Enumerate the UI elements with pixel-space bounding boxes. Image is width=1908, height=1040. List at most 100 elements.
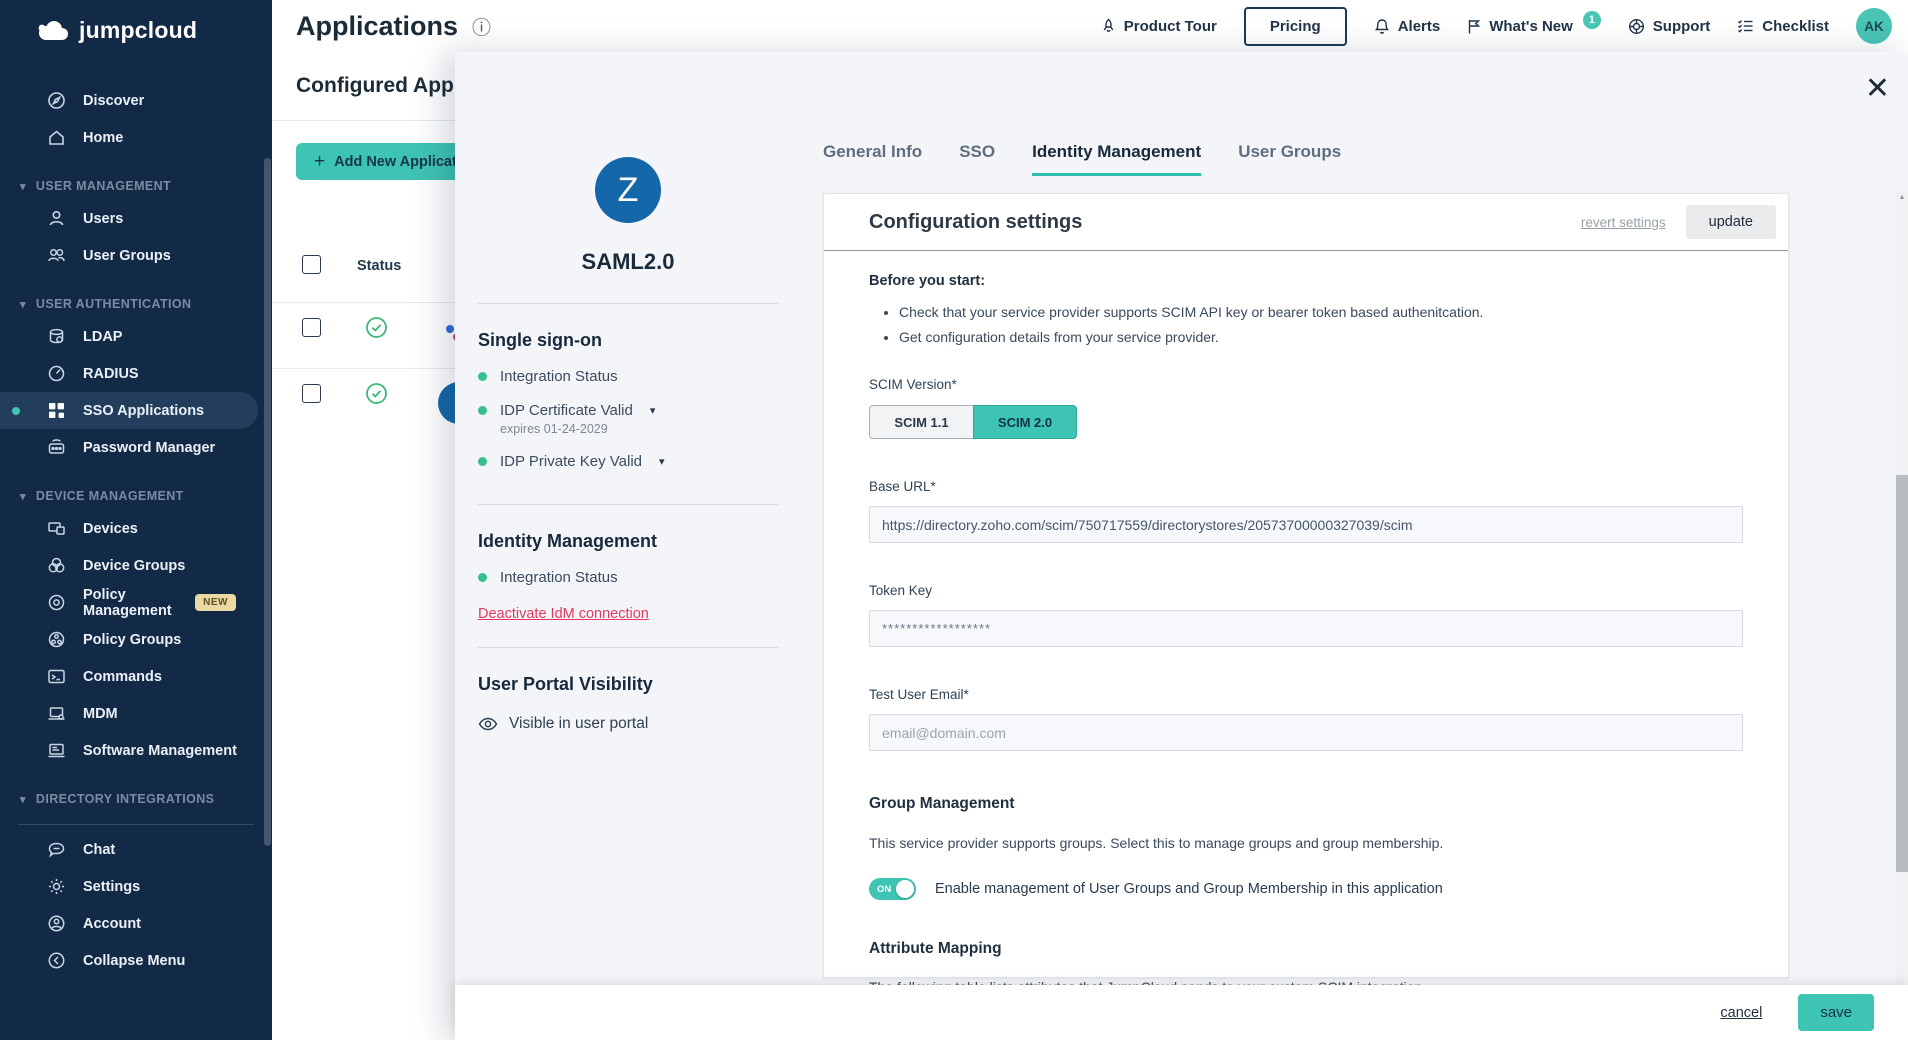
status-label: IDP Certificate Valid — [500, 402, 633, 419]
token-key-input[interactable] — [869, 610, 1743, 647]
save-button[interactable]: save — [1798, 994, 1874, 1031]
sidebar-item-label: RADIUS — [83, 365, 139, 382]
sidebar-item-user-groups[interactable]: User Groups — [0, 237, 258, 274]
group-management-toggle[interactable]: ON — [869, 878, 916, 900]
sidebar-section-title: USER AUTHENTICATION — [35, 297, 192, 311]
scim-version-label: SCIM Version* — [869, 377, 957, 392]
sidebar-scrollbar[interactable] — [264, 158, 271, 846]
base-url-input[interactable] — [869, 506, 1743, 543]
bell-icon — [1374, 18, 1390, 35]
update-button[interactable]: update — [1685, 205, 1776, 239]
sidebar-item-chat[interactable]: Chat — [0, 831, 258, 868]
sidebar-item-mdm[interactable]: MDM — [0, 695, 258, 732]
account-circle-icon — [46, 914, 66, 933]
sidebar-item-users[interactable]: Users — [0, 200, 258, 237]
drawer-scrollbar[interactable]: ▲ ▼ — [1896, 192, 1908, 1014]
before-you-start-list: Check that your service provider support… — [899, 304, 1743, 345]
new-badge: NEW — [195, 594, 236, 611]
alerts-link[interactable]: Alerts — [1374, 18, 1440, 35]
sidebar-item-ldap[interactable]: LDAP — [0, 318, 258, 355]
product-tour-link[interactable]: Product Tour — [1101, 18, 1217, 35]
tab-general-info[interactable]: General Info — [823, 142, 922, 176]
venn-circles-icon — [46, 556, 66, 575]
sidebar-item-label: LDAP — [83, 328, 123, 345]
sidebar-section-directory-integrations[interactable]: ▾ DIRECTORY INTEGRATIONS — [0, 792, 272, 806]
close-icon[interactable]: ✕ — [1865, 74, 1890, 104]
sidebar-item-settings[interactable]: Settings — [0, 868, 258, 905]
chevron-down-icon: ▾ — [649, 405, 656, 417]
info-icon[interactable]: ⓘ — [472, 13, 491, 40]
green-status-dot — [478, 457, 487, 466]
drawer-scrollbar-thumb[interactable] — [1896, 475, 1908, 872]
sidebar-item-label: Discover — [83, 92, 145, 109]
whats-new-label: What's New — [1489, 17, 1573, 35]
sidebar-item-sso-applications[interactable]: SSO Applications — [0, 392, 258, 429]
sidebar-section-device-management[interactable]: ▾ DEVICE MANAGEMENT — [0, 489, 272, 503]
checklist-icon — [1737, 18, 1754, 34]
certificate-expiry: expires 01-24-2029 — [500, 422, 608, 436]
whats-new-link[interactable]: What's New 1 — [1467, 11, 1601, 35]
status-check-icon — [365, 316, 388, 339]
application-drawer: ✕ Z SAML2.0 Single sign-on Integration S… — [455, 52, 1908, 1040]
compass-icon — [46, 91, 66, 110]
sidebar-item-policy-groups[interactable]: Policy Groups — [0, 621, 258, 658]
row-checkbox[interactable] — [302, 384, 321, 403]
tab-user-groups[interactable]: User Groups — [1238, 142, 1341, 176]
user-group-icon — [46, 246, 66, 265]
revert-settings-link[interactable]: revert settings — [1581, 215, 1666, 230]
tab-identity-management[interactable]: Identity Management — [1032, 142, 1202, 176]
sidebar-item-software-management[interactable]: Software Management — [0, 732, 258, 769]
configuration-card-header: Configuration settings revert settings u… — [824, 194, 1788, 251]
sidebar-item-account[interactable]: Account — [0, 905, 258, 942]
tab-sso[interactable]: SSO — [959, 142, 995, 176]
row-checkbox[interactable] — [302, 318, 321, 337]
brand-name: jumpcloud — [79, 17, 198, 43]
chevron-down-icon: ▾ — [20, 298, 26, 311]
configuration-card: Configuration settings revert settings u… — [823, 193, 1789, 995]
deactivate-idm-link[interactable]: Deactivate IdM connection — [478, 606, 649, 622]
divider — [478, 504, 778, 505]
sidebar-item-home[interactable]: Home — [0, 119, 258, 156]
visibility-label: Visible in user portal — [509, 715, 649, 732]
sidebar-item-collapse-menu[interactable]: Collapse Menu — [0, 942, 258, 979]
test-user-email-label: Test User Email* — [869, 687, 969, 702]
sidebar-item-device-groups[interactable]: Device Groups — [0, 547, 258, 584]
idp-private-key-status[interactable]: IDP Private Key Valid ▾ — [478, 453, 778, 470]
sidebar-item-label: Device Groups — [83, 557, 186, 574]
cancel-button[interactable]: cancel — [1720, 1005, 1762, 1021]
sidebar: jumpcloud Discover Home ▾ USER MANAGEMEN… — [0, 0, 272, 1040]
scroll-up-icon[interactable]: ▲ — [1896, 194, 1908, 201]
toggle-knob — [896, 880, 914, 898]
support-link[interactable]: Support — [1628, 17, 1711, 35]
scim-2-0-button[interactable]: SCIM 2.0 — [973, 405, 1077, 439]
user-icon — [46, 209, 66, 228]
sidebar-section-user-authentication[interactable]: ▾ USER AUTHENTICATION — [0, 297, 272, 311]
plus-icon: + — [314, 150, 326, 172]
sidebar-section-user-management[interactable]: ▾ USER MANAGEMENT — [0, 179, 272, 193]
sidebar-item-discover[interactable]: Discover — [0, 82, 258, 119]
sidebar-item-commands[interactable]: Commands — [0, 658, 258, 695]
idp-certificate-status[interactable]: IDP Certificate Valid ▾ — [478, 402, 778, 419]
sidebar-item-label: Policy Management — [83, 586, 172, 619]
product-tour-label: Product Tour — [1123, 17, 1217, 35]
pricing-button[interactable]: Pricing — [1243, 6, 1347, 46]
software-window-icon — [46, 741, 66, 760]
scim-1-1-button[interactable]: SCIM 1.1 — [869, 405, 973, 439]
brand-logo[interactable]: jumpcloud — [0, 0, 272, 44]
sso-section-heading: Single sign-on — [478, 330, 602, 350]
status-label: Integration Status — [500, 569, 618, 586]
checklist-link[interactable]: Checklist — [1737, 18, 1829, 35]
select-all-checkbox[interactable] — [302, 255, 321, 274]
green-status-dot — [478, 372, 487, 381]
rocket-icon — [1101, 18, 1116, 35]
avatar[interactable]: AK — [1856, 8, 1892, 44]
sidebar-item-policy-management[interactable]: Policy Management NEW — [0, 584, 258, 621]
support-label: Support — [1652, 17, 1711, 35]
sidebar-item-password-manager[interactable]: Password Manager — [0, 429, 258, 466]
sidebar-divider — [18, 824, 254, 825]
chevron-down-icon: ▾ — [20, 793, 26, 806]
sidebar-item-radius[interactable]: RADIUS — [0, 355, 258, 392]
green-status-dot — [478, 573, 487, 582]
sidebar-item-devices[interactable]: Devices — [0, 510, 258, 547]
test-user-email-input[interactable] — [869, 714, 1743, 751]
